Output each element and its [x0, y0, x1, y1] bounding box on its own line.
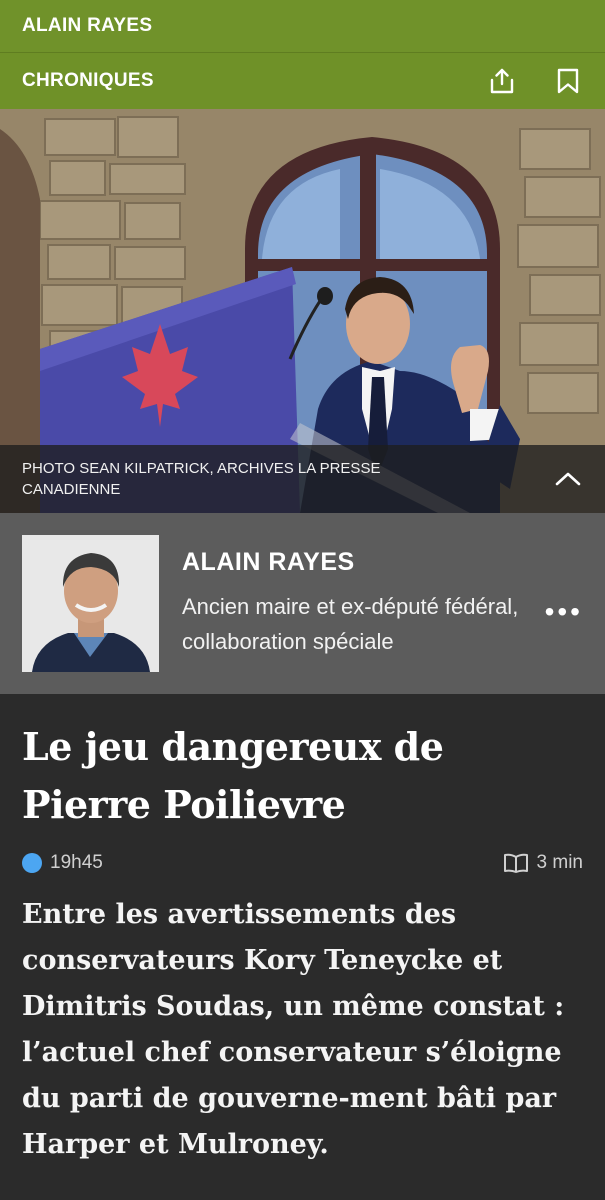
article-meta: 19h45 3 min — [22, 852, 583, 874]
new-indicator-icon — [22, 853, 42, 873]
publish-info: 19h45 — [22, 852, 103, 874]
category-bar: CHRONIQUES — [0, 52, 605, 109]
read-time-info: 3 min — [503, 852, 583, 874]
more-icon: ••• — [544, 596, 583, 627]
top-bar: ALAIN RAYES — [0, 0, 605, 52]
article: Le jeu dangereux de Pierre Poilievre 19h… — [0, 694, 605, 1168]
read-time: 3 min — [536, 852, 583, 873]
author-info: ALAIN RAYES Ancien maire et ex-député fé… — [182, 548, 532, 659]
publish-time: 19h45 — [50, 852, 103, 873]
avatar[interactable] — [22, 535, 159, 672]
author-name[interactable]: ALAIN RAYES — [182, 548, 532, 577]
article-lede: Entre les avertissements des conservateu… — [22, 899, 565, 1160]
chevron-up-icon — [555, 472, 581, 486]
more-options-button[interactable]: ••• — [545, 598, 583, 626]
header-actions — [487, 66, 583, 96]
article-title: Le jeu dangereux de Pierre Poilievre — [22, 724, 444, 827]
author-role: Ancien maire et ex-député fédéral, colla… — [182, 594, 519, 654]
collapse-caption-button[interactable] — [553, 464, 583, 494]
share-icon — [490, 68, 514, 94]
bookmark-icon — [557, 68, 579, 94]
bookmark-button[interactable] — [553, 66, 583, 96]
author-portrait — [22, 535, 159, 672]
hero-photo[interactable]: PHOTO SEAN KILPATRICK, ARCHIVES LA PRESS… — [0, 109, 605, 513]
photo-caption-bar: PHOTO SEAN KILPATRICK, ARCHIVES LA PRESS… — [0, 445, 605, 513]
author-card[interactable]: ALAIN RAYES Ancien maire et ex-député fé… — [0, 513, 605, 694]
section-title[interactable]: ALAIN RAYES — [22, 15, 152, 37]
photo-caption: PHOTO SEAN KILPATRICK, ARCHIVES LA PRESS… — [22, 460, 381, 498]
book-icon — [503, 853, 528, 873]
category-label[interactable]: CHRONIQUES — [22, 70, 154, 92]
share-button[interactable] — [487, 66, 517, 96]
